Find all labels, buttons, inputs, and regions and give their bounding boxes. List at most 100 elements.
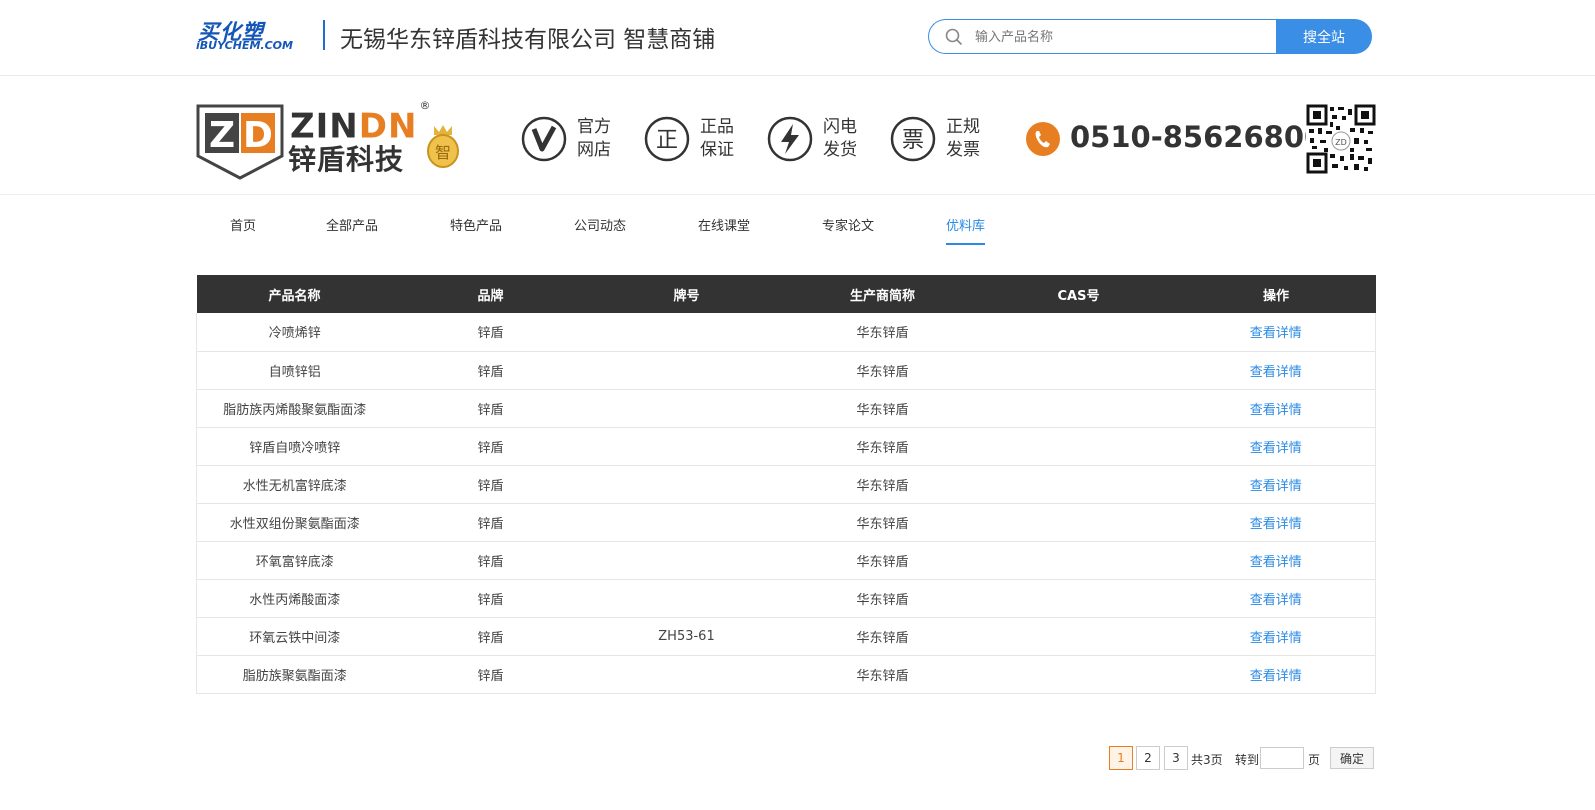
page-button-3[interactable]: 3 — [1164, 746, 1188, 770]
cell-manufacturer: 华东锌盾 — [784, 313, 981, 352]
nav-item-online-class[interactable]: 在线课堂 — [698, 215, 750, 243]
view-details-link[interactable]: 查看详情 — [1250, 593, 1302, 608]
guarantee-line1: 正规 — [946, 117, 980, 137]
emblem-letter-d: D — [243, 115, 273, 156]
cell-grade — [588, 465, 785, 504]
page-button-1[interactable]: 1 — [1109, 746, 1133, 770]
nav-item-material-library[interactable]: 优料库 — [946, 215, 986, 245]
cell-grade — [588, 351, 785, 390]
main-nav: 首页 全部产品 特色产品 公司动态 在线课堂 专家论文 优料库 — [0, 195, 1595, 265]
cell-grade — [588, 579, 785, 618]
cell-action: 查看详情 — [1176, 579, 1376, 618]
table-row: 冷喷烯锌 锌盾 华东锌盾 查看详情 — [196, 313, 1376, 352]
cell-grade — [588, 427, 785, 466]
cell-action: 查看详情 — [1176, 351, 1376, 390]
qr-center-logo: ZD — [1335, 138, 1347, 147]
cell-action: 查看详情 — [1176, 617, 1376, 656]
page-button-2[interactable]: 2 — [1136, 746, 1160, 770]
cell-product-name: 冷喷烯锌 — [196, 313, 393, 352]
header-divider — [323, 20, 325, 50]
cell-cas — [980, 313, 1177, 352]
cell-cas — [980, 351, 1177, 390]
view-details-link[interactable]: 查看详情 — [1250, 365, 1302, 380]
search-icon — [945, 28, 963, 46]
header-action: 操作 — [1262, 288, 1289, 304]
search-box — [928, 19, 1277, 54]
nav-item-expert-papers[interactable]: 专家论文 — [822, 215, 874, 243]
cell-action: 查看详情 — [1176, 503, 1376, 542]
table-row: 水性丙烯酸面漆 锌盾 华东锌盾 查看详情 — [196, 579, 1376, 618]
goto-label: 转到 — [1235, 753, 1260, 767]
brand-name-cn: 锌盾科技 — [288, 143, 405, 176]
lightning-icon — [767, 116, 813, 162]
cell-manufacturer: 华东锌盾 — [784, 541, 981, 580]
page-suffix: 页 — [1308, 753, 1321, 767]
nav-item-featured-products[interactable]: 特色产品 — [450, 215, 502, 243]
guarantee-line1: 官方 — [577, 117, 611, 137]
table-row: 水性无机富锌底漆 锌盾 华东锌盾 查看详情 — [196, 465, 1376, 504]
view-details-link[interactable]: 查看详情 — [1250, 326, 1302, 341]
top-bar: 买化塑 iBUYCHEM.COM 无锡华东锌盾科技有限公司 智慧商铺 搜全站 — [0, 0, 1595, 76]
cell-product-name: 水性双组份聚氨酯面漆 — [196, 503, 393, 542]
cell-cas — [980, 617, 1177, 656]
cell-manufacturer: 华东锌盾 — [784, 351, 981, 390]
table-row: 自喷锌铝 锌盾 华东锌盾 查看详情 — [196, 351, 1376, 390]
cell-action: 查看详情 — [1176, 541, 1376, 580]
view-details-link[interactable]: 查看详情 — [1250, 517, 1302, 532]
header-manufacturer: 生产商简称 — [849, 288, 915, 304]
product-table: 产品名称 品牌 牌号 生产商简称 CAS号 操作 冷喷烯锌 锌盾 华东锌盾 查看… — [196, 275, 1376, 694]
zheng-char: 正 — [656, 128, 678, 153]
guarantee-text: 闪电 发货 — [823, 116, 867, 162]
guarantee-text: 正规 发票 — [946, 116, 990, 162]
view-details-link[interactable]: 查看详情 — [1250, 669, 1302, 684]
goto-page-input[interactable] — [1260, 747, 1304, 769]
cell-manufacturer: 华东锌盾 — [784, 503, 981, 542]
view-details-link[interactable]: 查看详情 — [1250, 631, 1302, 646]
cell-cas — [980, 389, 1177, 428]
cell-product-name: 锌盾自喷冷喷锌 — [196, 427, 393, 466]
cell-manufacturer: 华东锌盾 — [784, 579, 981, 618]
view-details-link[interactable]: 查看详情 — [1250, 403, 1302, 418]
cell-cas — [980, 655, 1177, 694]
cell-grade — [588, 313, 785, 352]
search-site-button[interactable]: 搜全站 — [1276, 19, 1372, 54]
cell-product-name: 自喷锌铝 — [196, 351, 393, 390]
phone-icon — [1026, 122, 1060, 156]
table-body: 冷喷烯锌 锌盾 华东锌盾 查看详情 自喷锌铝 锌盾 华东锌盾 查看详情 脂肪族丙… — [196, 313, 1376, 694]
cell-brand: 锌盾 — [392, 313, 589, 352]
nav-item-home[interactable]: 首页 — [230, 215, 256, 243]
view-details-link[interactable]: 查看详情 — [1250, 441, 1302, 456]
brand-header: Z D ZINDN® 锌盾科技 智 官方 网店 正 正品 保证 闪电 发货 票 … — [0, 76, 1595, 195]
cell-product-name: 环氧富锌底漆 — [196, 541, 393, 580]
search-bar: 搜全站 — [928, 19, 1372, 54]
site-logo[interactable]: 买化塑 iBUYCHEM.COM — [196, 18, 311, 54]
view-details-link[interactable]: 查看详情 — [1250, 555, 1302, 570]
cell-grade: ZH53-61 — [588, 617, 785, 656]
product-table-wrapper: 产品名称 品牌 牌号 生产商简称 CAS号 操作 冷喷烯锌 锌盾 华东锌盾 查看… — [196, 275, 1376, 694]
cell-brand: 锌盾 — [392, 503, 589, 542]
site-logo-en: iBUYCHEM.COM — [196, 39, 293, 52]
guarantee-line1: 正品 — [700, 117, 734, 137]
confirm-button[interactable]: 确定 — [1330, 747, 1374, 769]
cell-manufacturer: 华东锌盾 — [784, 427, 981, 466]
cell-product-name: 脂肪族聚氨酯面漆 — [196, 655, 393, 694]
brand-logo[interactable]: Z D ZINDN® 锌盾科技 — [196, 99, 461, 184]
view-details-link[interactable]: 查看详情 — [1250, 479, 1302, 494]
guarantee-text: 正品 保证 — [700, 116, 744, 162]
phone-number: 0510-85626800 — [1070, 120, 1325, 154]
table-row: 环氧云铁中间漆 锌盾 ZH53-61 华东锌盾 查看详情 — [196, 617, 1376, 656]
cell-brand: 锌盾 — [392, 541, 589, 580]
table-row: 环氧富锌底漆 锌盾 华东锌盾 查看详情 — [196, 541, 1376, 580]
qr-code-icon: ZD — [1306, 104, 1376, 174]
nav-item-company-news[interactable]: 公司动态 — [574, 215, 626, 243]
cell-grade — [588, 655, 785, 694]
search-input[interactable] — [973, 25, 1267, 49]
cell-brand: 锌盾 — [392, 655, 589, 694]
cell-product-name: 水性丙烯酸面漆 — [196, 579, 393, 618]
cell-action: 查看详情 — [1176, 313, 1376, 352]
cell-brand: 锌盾 — [392, 579, 589, 618]
nav-item-all-products[interactable]: 全部产品 — [326, 215, 378, 243]
guarantee-line2: 发货 — [823, 140, 857, 160]
cell-action: 查看详情 — [1176, 427, 1376, 466]
zheng-icon: 正 — [644, 116, 690, 162]
